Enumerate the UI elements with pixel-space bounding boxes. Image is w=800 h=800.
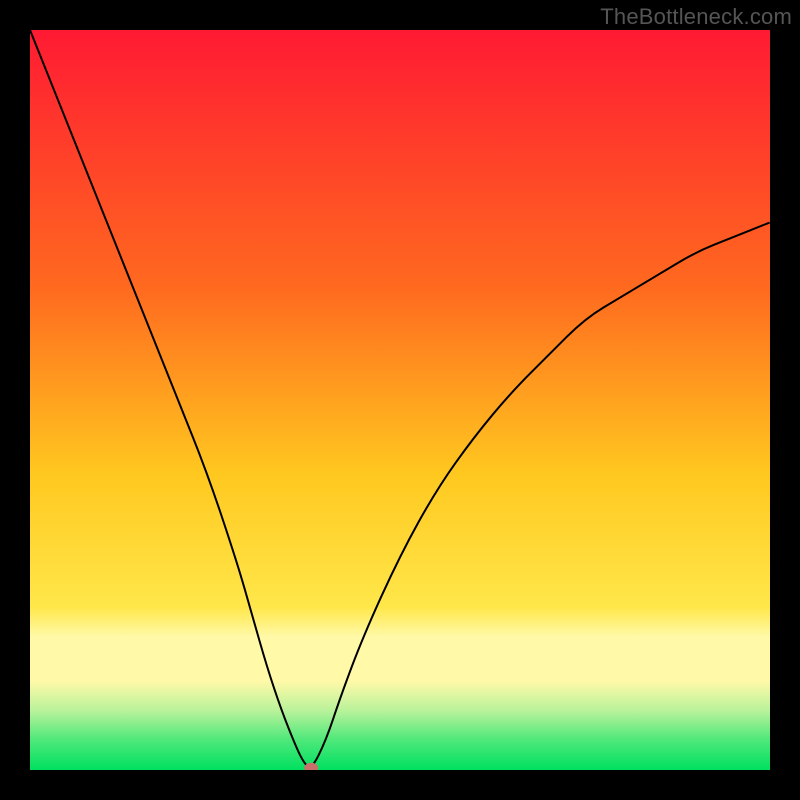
plot-area bbox=[30, 30, 770, 770]
watermark-text: TheBottleneck.com bbox=[600, 4, 792, 30]
chart-frame: TheBottleneck.com bbox=[0, 0, 800, 800]
gradient-background bbox=[30, 30, 770, 770]
bottleneck-chart bbox=[30, 30, 770, 770]
